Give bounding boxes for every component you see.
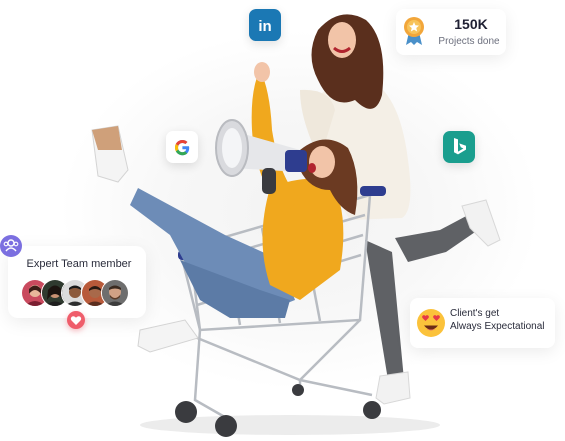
stat-value: 150K [454,16,488,32]
svg-text:in: in [258,18,271,35]
projects-stat-card: 150K Projects done [396,9,506,55]
heart-icon[interactable] [67,311,85,329]
bing-icon[interactable] [443,131,475,163]
linkedin-icon[interactable]: in [249,9,281,41]
team-title: Expert Team member [26,258,132,270]
stat-label: Projects done [438,36,500,47]
award-ribbon-icon [404,17,424,45]
hero-illustration [91,14,501,437]
google-icon[interactable] [166,131,198,163]
client-text-line1: Client's get [450,308,500,319]
client-card: Client's get Always Expectational [410,298,555,348]
team-icon [0,235,22,257]
avatar[interactable] [101,279,129,307]
heart-eyes-emoji-icon [417,309,445,337]
client-text-line2: Always Expectational [450,321,545,332]
